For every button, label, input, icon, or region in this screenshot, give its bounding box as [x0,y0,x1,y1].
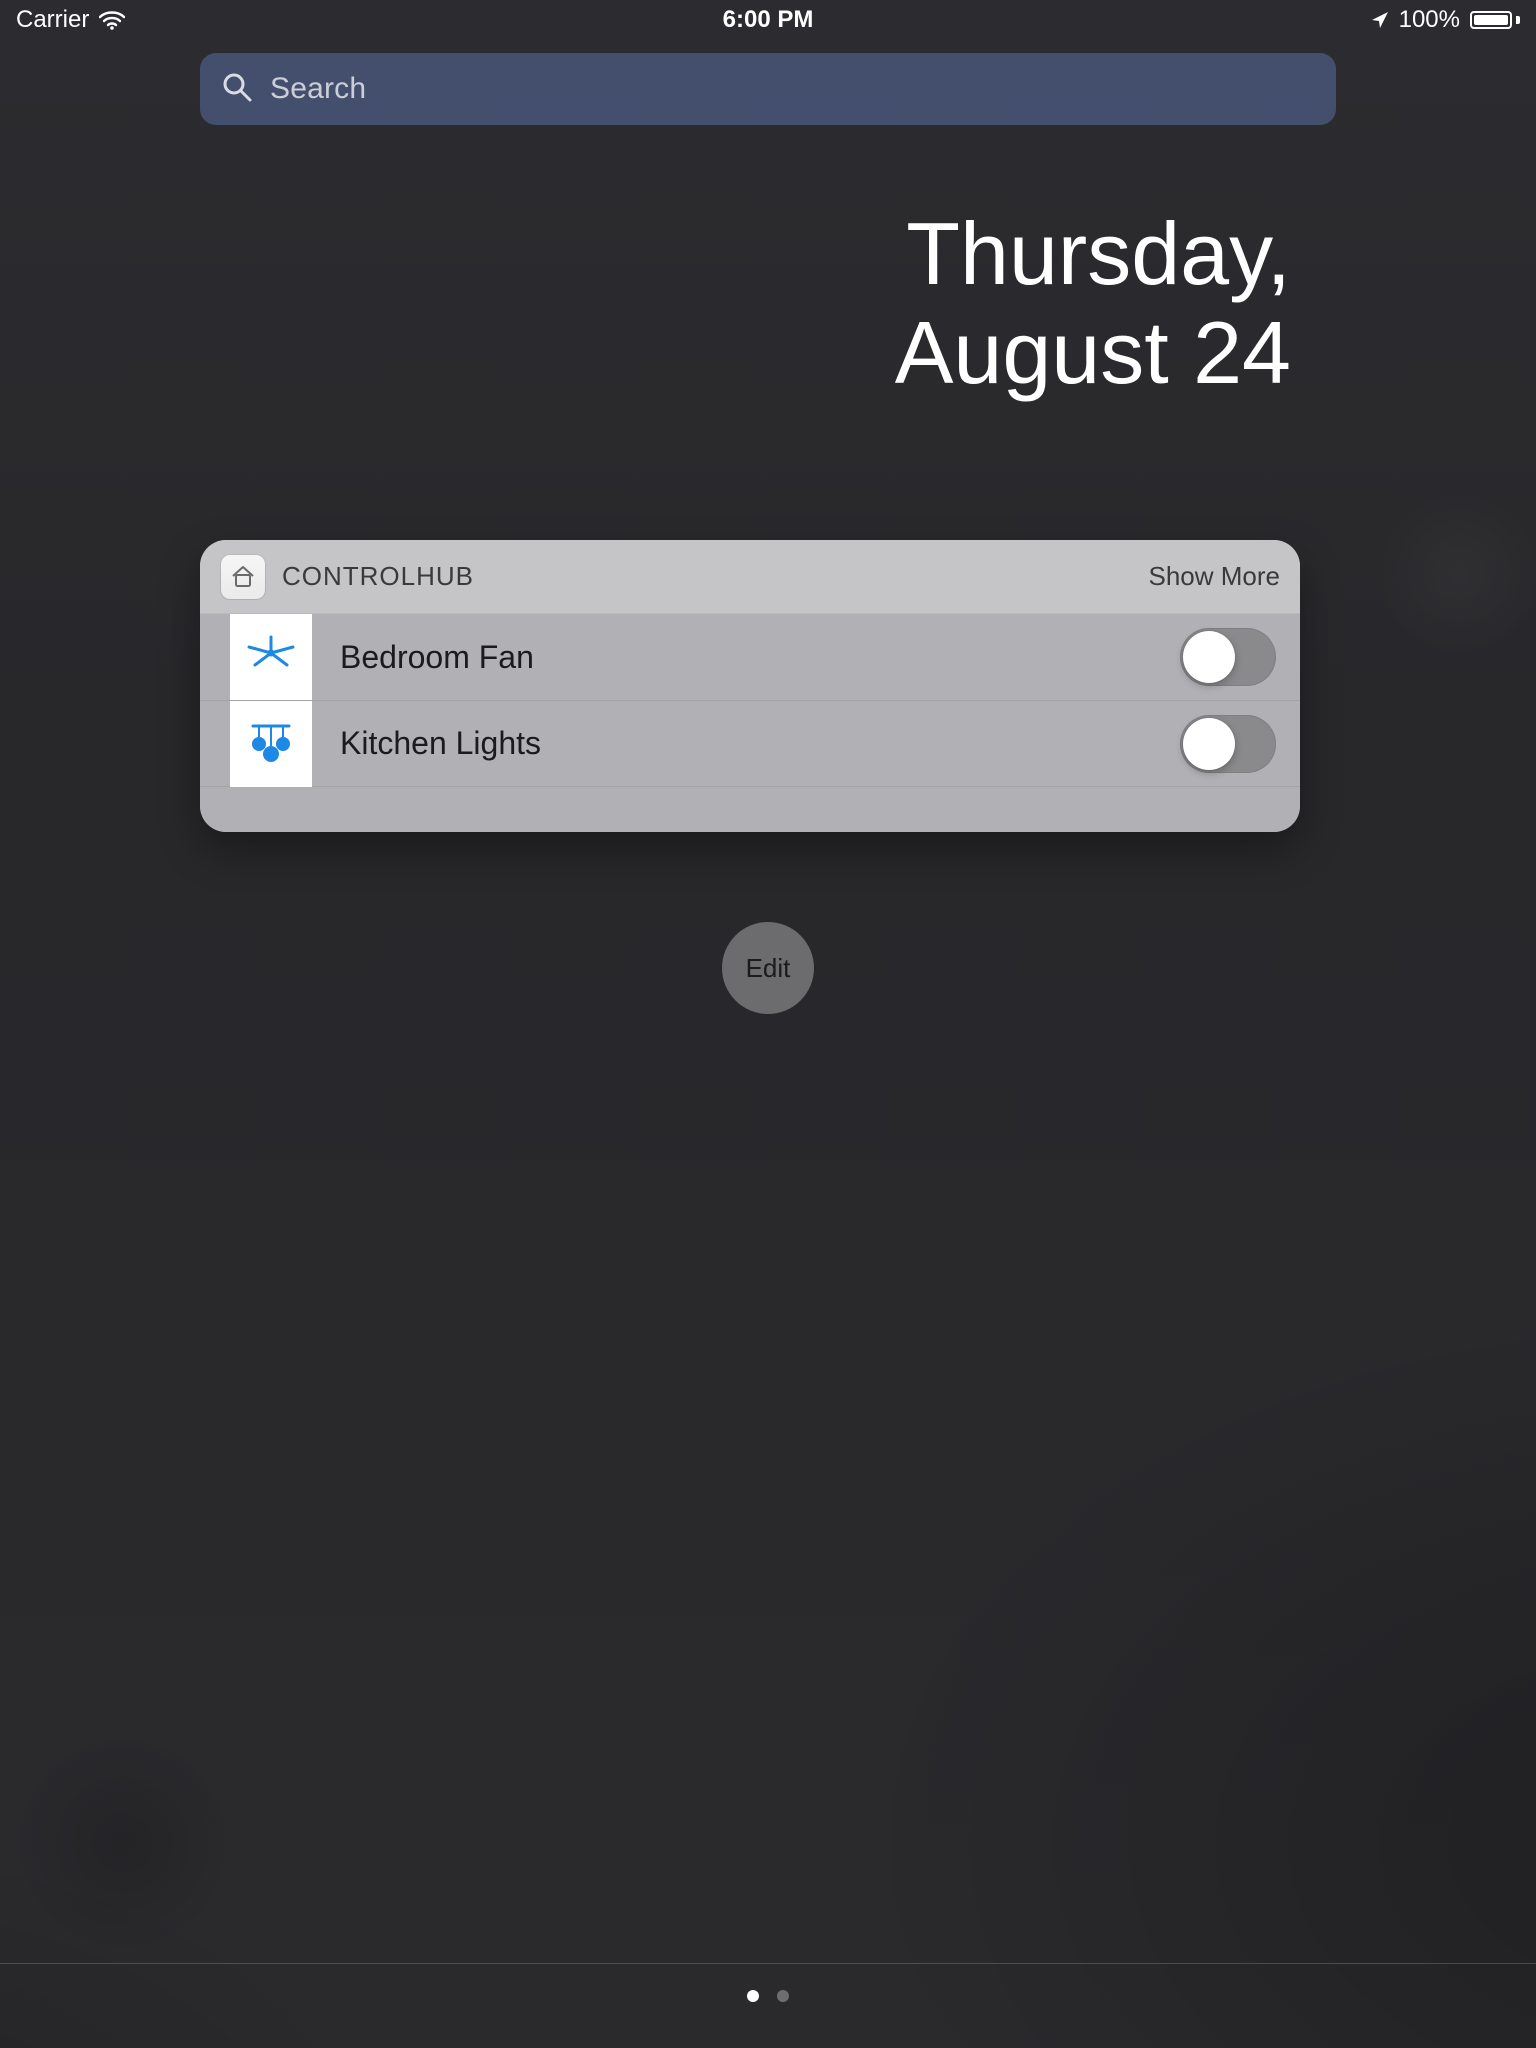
widget-header: CONTROLHUB Show More [200,540,1300,614]
widget-title: CONTROLHUB [282,561,474,592]
today-view-stage: Carrier 6:00 PM 100% [0,0,1536,2048]
app-icon [220,554,266,600]
show-more-button[interactable]: Show More [1149,561,1281,592]
edit-label: Edit [746,953,791,984]
lights-icon [230,701,312,787]
page-dot [777,1990,789,2002]
location-icon [1371,11,1389,29]
battery-icon [1470,11,1520,29]
status-time: 6:00 PM [0,0,1536,40]
date-line-2: August 24 [0,304,1291,403]
toggle-switch[interactable] [1180,715,1276,773]
page-dot [747,1990,759,2002]
widget-row-label: Bedroom Fan [340,639,534,676]
battery-percent-label: 100% [1399,6,1460,34]
page-indicator[interactable] [0,1990,1536,2002]
status-bar: Carrier 6:00 PM 100% [0,0,1536,40]
search-placeholder: Search [270,72,366,106]
widget-row-label: Kitchen Lights [340,725,541,762]
fan-icon [230,614,312,700]
divider [0,1963,1536,1964]
carrier-label: Carrier [16,6,89,34]
search-icon [222,72,252,107]
widget-row[interactable]: Kitchen Lights [200,700,1300,786]
search-input[interactable]: Search [200,53,1336,125]
widget-footer [200,786,1300,832]
toggle-switch[interactable] [1180,628,1276,686]
widget-controlhub: CONTROLHUB Show More [200,540,1300,832]
date-headline: Thursday, August 24 [0,205,1291,402]
wifi-icon [99,10,125,30]
widget-row[interactable]: Bedroom Fan [200,614,1300,700]
date-line-1: Thursday, [0,205,1291,304]
edit-button[interactable]: Edit [722,922,814,1014]
